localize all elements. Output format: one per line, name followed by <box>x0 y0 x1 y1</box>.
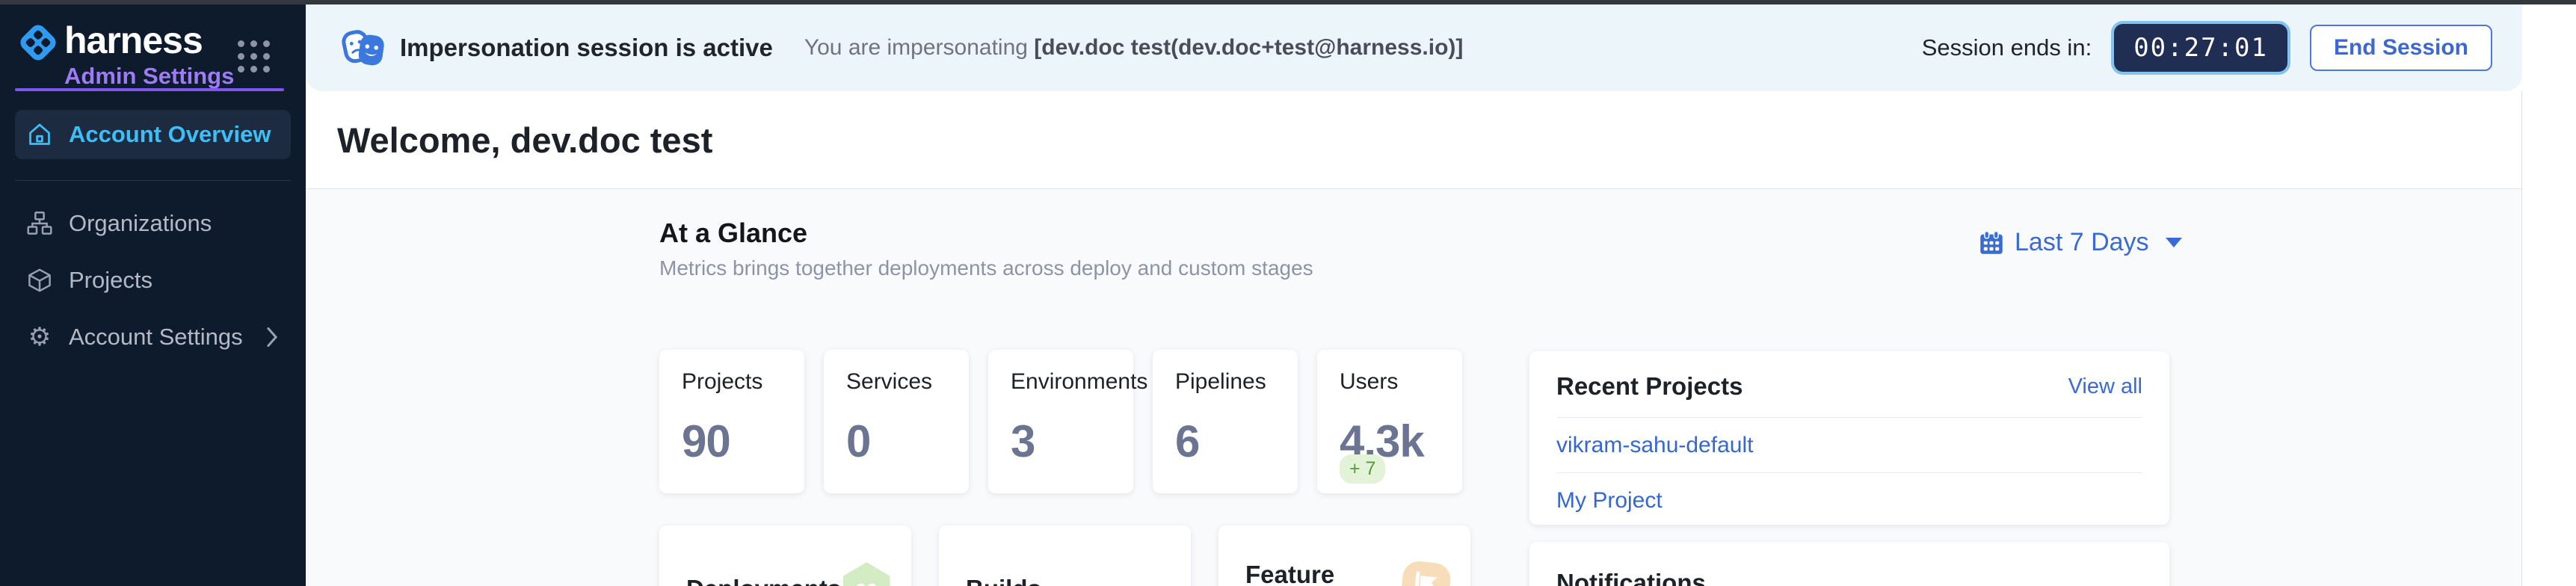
impersonation-masks-icon <box>340 28 388 68</box>
sidebar-divider <box>15 180 291 181</box>
feature-flag-icon <box>1402 562 1451 586</box>
sidebar-item-label: Account Overview <box>69 121 271 148</box>
caret-down-icon <box>2166 238 2182 247</box>
calendar-icon <box>1979 230 2004 256</box>
sidebar-item-organizations[interactable]: Organizations <box>15 200 291 247</box>
harness-logo[interactable]: harness Admin Settings <box>16 21 234 90</box>
stat-label: Projects <box>682 369 804 395</box>
ci-search-icon <box>1121 562 1171 586</box>
module-card-builds[interactable]: Builds <box>939 525 1191 586</box>
module-title: Feature Flags <box>1245 561 1402 586</box>
date-range-select[interactable]: Last 7 Days <box>1979 228 2182 257</box>
session-ends-label: Session ends in: <box>1922 34 2092 61</box>
page: harness Admin Settings Account Overview <box>0 0 2576 586</box>
stat-value: 3 <box>1011 416 1133 467</box>
impersonation-banner: Impersonation session is active You are … <box>306 4 2522 91</box>
main-area: Impersonation session is active You are … <box>306 4 2576 586</box>
stat-card-users[interactable]: Users 4.3k + 7 <box>1317 350 1462 493</box>
page-body: Welcome, dev.doc test At a Glance Metric… <box>306 91 2522 586</box>
sidebar-item-account-overview[interactable]: Account Overview <box>15 110 291 159</box>
notifications-card: Notifications <box>1529 542 2169 586</box>
harness-logo-icon <box>16 21 60 64</box>
organizations-icon <box>27 211 52 236</box>
stat-value: 6 <box>1175 416 1298 467</box>
gear-icon: ⚙ <box>27 324 52 350</box>
date-range-label: Last 7 Days <box>2015 228 2149 257</box>
module-title: Deployments <box>686 575 841 586</box>
recent-projects-card: Recent Projects View all vikram-sahu-def… <box>1529 351 2169 525</box>
impersonated-user: [dev.doc test(dev.doc+test@harness.io)] <box>1034 35 1463 60</box>
recent-projects-title: Recent Projects <box>1556 372 1743 401</box>
sidebar-item-account-settings[interactable]: ⚙ Account Settings <box>15 314 291 360</box>
welcome-header: Welcome, dev.doc test <box>306 91 2521 189</box>
stat-label: Environments <box>1011 369 1133 395</box>
users-delta-badge: + 7 <box>1340 454 1385 484</box>
glance-title: At a Glance <box>659 218 1313 249</box>
stat-label: Users <box>1340 369 1462 395</box>
stat-label: Pipelines <box>1175 369 1298 395</box>
app-grid-icon[interactable] <box>238 40 270 73</box>
brand-accent-line <box>15 88 284 91</box>
chevron-right-icon <box>265 327 279 348</box>
stat-card-environments[interactable]: Environments 3 <box>988 350 1133 493</box>
page-title: Welcome, dev.doc test <box>337 120 712 161</box>
harness-wordmark: harness <box>64 21 234 60</box>
module-title: Builds <box>966 575 1041 586</box>
banner-title: Impersonation session is active <box>400 34 773 62</box>
module-card-feature-flags[interactable]: Feature Flags <box>1218 525 1470 586</box>
stats-row: Projects 90 Services 0 Environments 3 Pi… <box>659 350 1462 493</box>
banner-subtitle: You are impersonating [dev.doc test(dev.… <box>804 35 1464 61</box>
view-all-link[interactable]: View all <box>2068 374 2142 399</box>
home-icon <box>27 122 52 147</box>
sidebar-item-label: Projects <box>69 267 152 294</box>
admin-settings-label: Admin Settings <box>64 63 234 90</box>
stat-card-projects[interactable]: Projects 90 <box>659 350 804 493</box>
sidebar: harness Admin Settings Account Overview <box>0 4 306 586</box>
dashboard-content: At a Glance Metrics brings together depl… <box>306 189 2521 586</box>
session-timer: 00:27:01 <box>2111 21 2290 75</box>
stat-card-pipelines[interactable]: Pipelines 6 <box>1153 350 1298 493</box>
sidebar-nav: Account Overview Organizations <box>0 110 306 360</box>
end-session-button[interactable]: End Session <box>2310 25 2492 71</box>
modules-row: Deployments ∞ Builds <box>659 525 1470 586</box>
sidebar-item-label: Account Settings <box>69 324 243 351</box>
module-card-deployments[interactable]: Deployments ∞ <box>659 525 911 586</box>
sidebar-item-projects[interactable]: Projects <box>15 257 291 303</box>
glance-subtitle: Metrics brings together deployments acro… <box>659 256 1313 280</box>
recent-project-link[interactable]: My Project <box>1556 473 2142 528</box>
stat-value: 90 <box>682 416 804 467</box>
stat-card-services[interactable]: Services 0 <box>824 350 969 493</box>
stat-label: Services <box>846 369 969 395</box>
sidebar-item-label: Organizations <box>69 210 212 237</box>
glance-header: At a Glance Metrics brings together depl… <box>659 218 1313 280</box>
notifications-title: Notifications <box>1556 569 2142 586</box>
projects-cube-icon <box>27 268 52 293</box>
stat-value: 0 <box>846 416 969 467</box>
cd-pipeline-icon: ∞ <box>841 562 892 586</box>
recent-project-link[interactable]: vikram-sahu-default <box>1556 418 2142 472</box>
